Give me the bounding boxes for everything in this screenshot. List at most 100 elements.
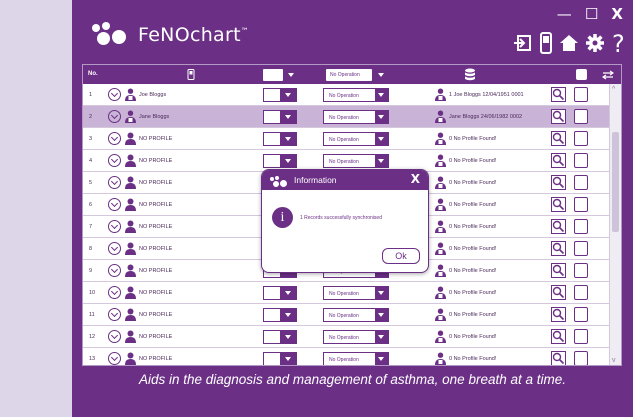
expand-chevron-icon[interactable] — [108, 154, 121, 167]
operation-dropdown[interactable]: No Operation — [323, 330, 389, 344]
profile-icon — [435, 308, 446, 323]
expand-chevron-icon[interactable] — [108, 132, 121, 145]
expand-chevron-icon[interactable] — [108, 242, 121, 255]
table-row[interactable]: 3 NO PROFILE No Operation 0 No Profile Foun… — [83, 128, 610, 150]
profile-match: 0 No Profile Found! — [449, 290, 497, 296]
row-checkbox[interactable] — [574, 329, 588, 344]
row-checkbox[interactable] — [574, 307, 588, 322]
chevron-down-icon — [288, 73, 294, 77]
row-checkbox[interactable] — [574, 131, 588, 146]
sort-toggle-icon[interactable] — [602, 70, 614, 80]
settings-icon[interactable] — [585, 33, 605, 53]
type-dropdown[interactable] — [263, 308, 297, 322]
help-icon[interactable]: ? — [611, 31, 625, 55]
row-number: 9 — [89, 268, 93, 274]
scroll-thumb[interactable] — [612, 132, 619, 232]
operation-value: No Operation — [329, 159, 359, 165]
maximize-button[interactable]: ☐ — [585, 5, 598, 23]
patient-name: NO PROFILE — [139, 158, 173, 164]
chevron-down-icon — [375, 287, 388, 299]
expand-chevron-icon[interactable] — [108, 330, 121, 343]
row-checkbox[interactable] — [574, 219, 588, 234]
table-row[interactable]: 1 Joe Bloggs No Operation 1 Joe Bloggs 12/0… — [83, 84, 610, 106]
patient-name: NO PROFILE — [139, 136, 173, 142]
operation-dropdown[interactable]: No Operation — [323, 308, 389, 322]
minimize-button[interactable]: — — [557, 5, 572, 23]
type-dropdown[interactable] — [263, 154, 297, 168]
expand-chevron-icon[interactable] — [108, 286, 121, 299]
fenochart-logo — [92, 22, 132, 48]
operation-dropdown[interactable]: No Operation — [323, 132, 389, 146]
table-row[interactable]: 12 NO PROFILE No Operation 0 No Profile Fou… — [83, 326, 610, 348]
expand-chevron-icon[interactable] — [108, 264, 121, 277]
type-dropdown[interactable] — [263, 110, 297, 124]
device-icon[interactable] — [539, 32, 553, 54]
expand-chevron-icon[interactable] — [108, 308, 121, 321]
patient-icon — [125, 352, 136, 365]
expand-chevron-icon[interactable] — [108, 176, 121, 189]
type-dropdown[interactable] — [263, 88, 297, 102]
type-filter-dropdown[interactable] — [263, 69, 299, 81]
ok-button[interactable]: Ok — [382, 248, 420, 264]
type-dropdown[interactable] — [263, 352, 297, 365]
search-icon[interactable] — [551, 219, 566, 234]
search-icon[interactable] — [551, 351, 566, 365]
row-checkbox[interactable] — [574, 263, 588, 278]
search-icon[interactable] — [551, 197, 566, 212]
row-checkbox[interactable] — [574, 351, 588, 365]
scroll-up-icon[interactable]: ^ — [612, 86, 615, 93]
operation-dropdown[interactable]: No Operation — [323, 286, 389, 300]
exit-icon[interactable] — [513, 33, 533, 53]
chevron-down-icon — [280, 353, 296, 365]
row-checkbox[interactable] — [574, 153, 588, 168]
table-row[interactable]: 10 NO PROFILE No Operation 0 No Profile Fou… — [83, 282, 610, 304]
search-icon[interactable] — [551, 175, 566, 190]
search-icon[interactable] — [551, 109, 566, 124]
dialog-title: Information — [294, 175, 337, 185]
profile-icon — [435, 132, 446, 147]
close-button[interactable]: X — [611, 5, 623, 23]
profile-icon — [435, 264, 446, 279]
vertical-scrollbar[interactable]: ^ v — [609, 84, 621, 365]
profile-match: 0 No Profile Found! — [449, 158, 497, 164]
operation-dropdown[interactable]: No Operation — [323, 110, 389, 124]
search-icon[interactable] — [551, 263, 566, 278]
expand-chevron-icon[interactable] — [108, 198, 121, 211]
window-controls: — ☐ X — [549, 4, 623, 23]
table-row[interactable]: 11 NO PROFILE No Operation 0 No Profile Fou… — [83, 304, 610, 326]
select-all-checkbox[interactable] — [576, 69, 587, 80]
operation-dropdown[interactable]: No Operation — [323, 352, 389, 365]
type-dropdown[interactable] — [263, 286, 297, 300]
row-checkbox[interactable] — [574, 87, 588, 102]
search-icon[interactable] — [551, 153, 566, 168]
search-icon[interactable] — [551, 329, 566, 344]
search-icon[interactable] — [551, 285, 566, 300]
expand-chevron-icon[interactable] — [108, 352, 121, 365]
row-checkbox[interactable] — [574, 241, 588, 256]
profile-match: Jane Bloggs 24/06/1982 0002 — [449, 114, 523, 120]
expand-chevron-icon[interactable] — [108, 110, 121, 123]
type-dropdown[interactable] — [263, 330, 297, 344]
expand-chevron-icon[interactable] — [108, 88, 121, 101]
row-checkbox[interactable] — [574, 175, 588, 190]
row-checkbox[interactable] — [574, 109, 588, 124]
operation-dropdown[interactable]: No Operation — [323, 154, 389, 168]
search-icon[interactable] — [551, 307, 566, 322]
type-dropdown[interactable] — [263, 132, 297, 146]
row-checkbox[interactable] — [574, 285, 588, 300]
search-icon[interactable] — [551, 241, 566, 256]
patient-name: NO PROFILE — [139, 290, 173, 296]
row-checkbox[interactable] — [574, 197, 588, 212]
dialog-close-button[interactable]: X — [411, 172, 420, 186]
scroll-down-icon[interactable]: v — [612, 357, 616, 364]
table-row[interactable]: 2 Jane Bloggs No Operation Jane Bloggs 24/0… — [83, 106, 610, 128]
row-number: 7 — [89, 224, 93, 230]
expand-chevron-icon[interactable] — [108, 220, 121, 233]
search-icon[interactable] — [551, 87, 566, 102]
operation-dropdown[interactable]: No Operation — [323, 88, 389, 102]
operation-filter-dropdown[interactable]: No Operation — [326, 69, 388, 81]
table-row[interactable]: 13 NO PROFILE No Operation 0 No Profile Fou… — [83, 348, 610, 365]
search-icon[interactable] — [551, 131, 566, 146]
patient-icon — [125, 308, 136, 323]
home-icon[interactable] — [559, 33, 579, 53]
